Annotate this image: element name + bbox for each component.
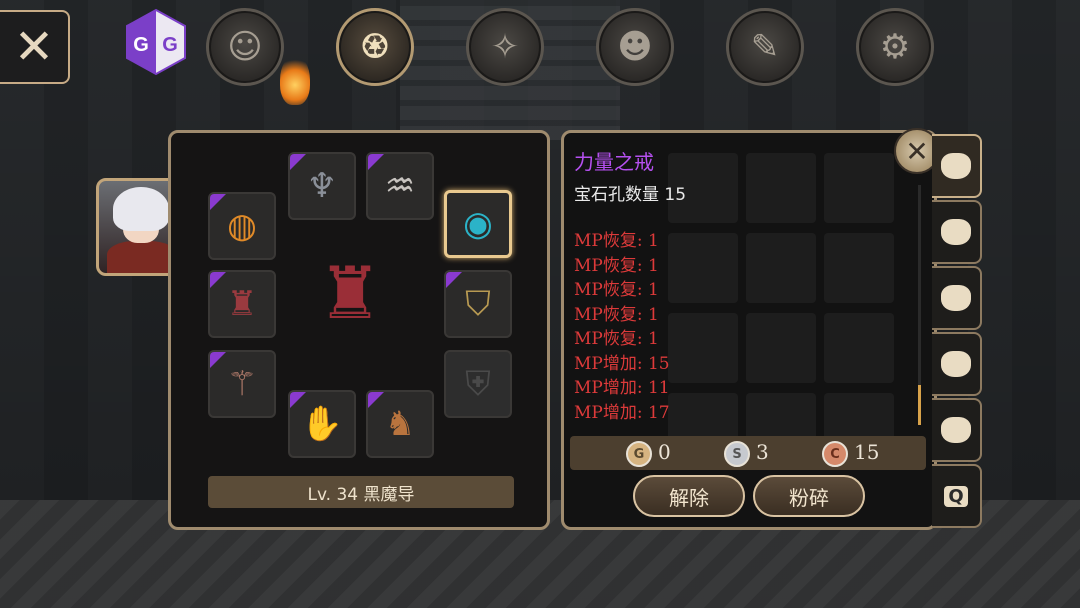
ring-icon: ◉ bbox=[463, 204, 493, 244]
ring-icon: ◍ bbox=[227, 206, 257, 246]
socket-count: 宝石孔数量 15 bbox=[574, 185, 687, 205]
gold-amount: 0 bbox=[658, 440, 671, 464]
gold-coin-icon: G bbox=[626, 441, 652, 467]
scrollbar-thumb[interactable] bbox=[918, 385, 921, 425]
smash-button[interactable]: 粉碎 bbox=[753, 475, 865, 517]
unequip-button[interactable]: 解除 bbox=[633, 475, 745, 517]
cape-icon: ⛉ bbox=[465, 284, 491, 324]
stat-line: MP增加: 15 bbox=[574, 353, 670, 374]
stat-line: MP恢复: 1 bbox=[574, 255, 659, 276]
svg-text:G: G bbox=[162, 34, 178, 56]
equip-slot-armor[interactable]: ♜ bbox=[208, 270, 276, 338]
bag-icon bbox=[941, 285, 971, 311]
bag-icon bbox=[941, 153, 971, 179]
armor-icon: ♜ bbox=[226, 284, 258, 324]
equip-slot-boots[interactable]: ♞ bbox=[366, 390, 434, 458]
character-menu-button[interactable]: ☺ bbox=[206, 8, 284, 86]
bag-icon bbox=[941, 219, 971, 245]
close-button[interactable]: ✕ bbox=[0, 10, 70, 84]
copper-amount: 15 bbox=[854, 440, 880, 464]
bag-icon bbox=[941, 417, 971, 443]
bag-tab-2[interactable] bbox=[932, 200, 982, 264]
inventory-menu-button[interactable]: ♼ bbox=[336, 8, 414, 86]
bag-tab-3[interactable] bbox=[932, 266, 982, 330]
stats-scrollbar[interactable] bbox=[918, 185, 921, 425]
necklace-icon: ♒ bbox=[384, 166, 416, 206]
staff-icon: ⚚ bbox=[226, 364, 258, 404]
item-name: 力量之戒 bbox=[574, 150, 654, 174]
character-paperdoll: ♜ bbox=[317, 251, 383, 335]
quest-menu-button[interactable]: ✎ bbox=[726, 8, 804, 86]
bag-tab-1[interactable] bbox=[932, 134, 982, 198]
equip-slot-necklace[interactable]: ♒ bbox=[366, 152, 434, 220]
item-stats-list: MP恢复: 1 MP恢复: 1 MP恢复: 1 MP恢复: 1 MP恢复: 1 … bbox=[574, 229, 670, 425]
compass-sword-icon: ✧ bbox=[490, 27, 520, 67]
equip-slot-cape[interactable]: ⛉ bbox=[444, 270, 512, 338]
gear-icon: ⚙ bbox=[879, 27, 911, 67]
bag-icon: ♼ bbox=[359, 27, 391, 67]
stat-line: MP恢复: 1 bbox=[574, 329, 659, 349]
bag-tab-quest[interactable]: Q bbox=[932, 464, 982, 528]
equip-slot-helmet[interactable]: ♆ bbox=[288, 152, 356, 220]
svg-text:G: G bbox=[133, 34, 149, 56]
level-class-label: Lv. 34 黑魔导 bbox=[208, 476, 514, 508]
copper-coin-icon: C bbox=[822, 441, 848, 467]
bag-icon bbox=[941, 351, 971, 377]
empty-shield-icon: ⛨ bbox=[465, 364, 491, 404]
head-profile-icon: ☺ bbox=[227, 27, 263, 67]
people-icon: ☻ bbox=[617, 27, 653, 67]
settings-menu-button[interactable]: ⚙ bbox=[856, 8, 934, 86]
equip-slot-ring-right[interactable]: ◉ bbox=[444, 190, 512, 258]
equip-slot-ring-left[interactable]: ◍ bbox=[208, 192, 276, 260]
stat-line: MP增加: 11 bbox=[574, 378, 670, 398]
silver-coin-icon: S bbox=[724, 441, 750, 467]
equip-slot-weapon[interactable]: ⚚ bbox=[208, 350, 276, 418]
scroll-icon: ✎ bbox=[750, 27, 780, 67]
gloves-icon: ✋ bbox=[300, 404, 344, 444]
close-x-icon: ✕ bbox=[13, 19, 55, 75]
stat-line: MP恢复: 1 bbox=[574, 280, 659, 300]
equip-slot-shield[interactable]: ⛨ bbox=[444, 350, 512, 418]
stat-line: MP增加: 17 bbox=[574, 402, 670, 423]
stat-line: MP恢复: 1 bbox=[574, 304, 659, 325]
quest-bag-icon: Q bbox=[944, 485, 968, 507]
torch-flame bbox=[280, 55, 310, 105]
boots-icon: ♞ bbox=[384, 404, 416, 444]
game-guardian-logo-icon[interactable]: G G bbox=[125, 8, 187, 76]
bag-tab-4[interactable] bbox=[932, 332, 982, 396]
equip-slot-gloves[interactable]: ✋ bbox=[288, 390, 356, 458]
party-menu-button[interactable]: ☻ bbox=[596, 8, 674, 86]
skills-menu-button[interactable]: ✧ bbox=[466, 8, 544, 86]
horned-helmet-icon: ♆ bbox=[306, 166, 338, 206]
stat-line: MP恢复: 1 bbox=[574, 231, 659, 251]
bag-tab-5[interactable] bbox=[932, 398, 982, 462]
silver-amount: 3 bbox=[756, 440, 769, 464]
close-x-icon: ✕ bbox=[905, 134, 929, 168]
